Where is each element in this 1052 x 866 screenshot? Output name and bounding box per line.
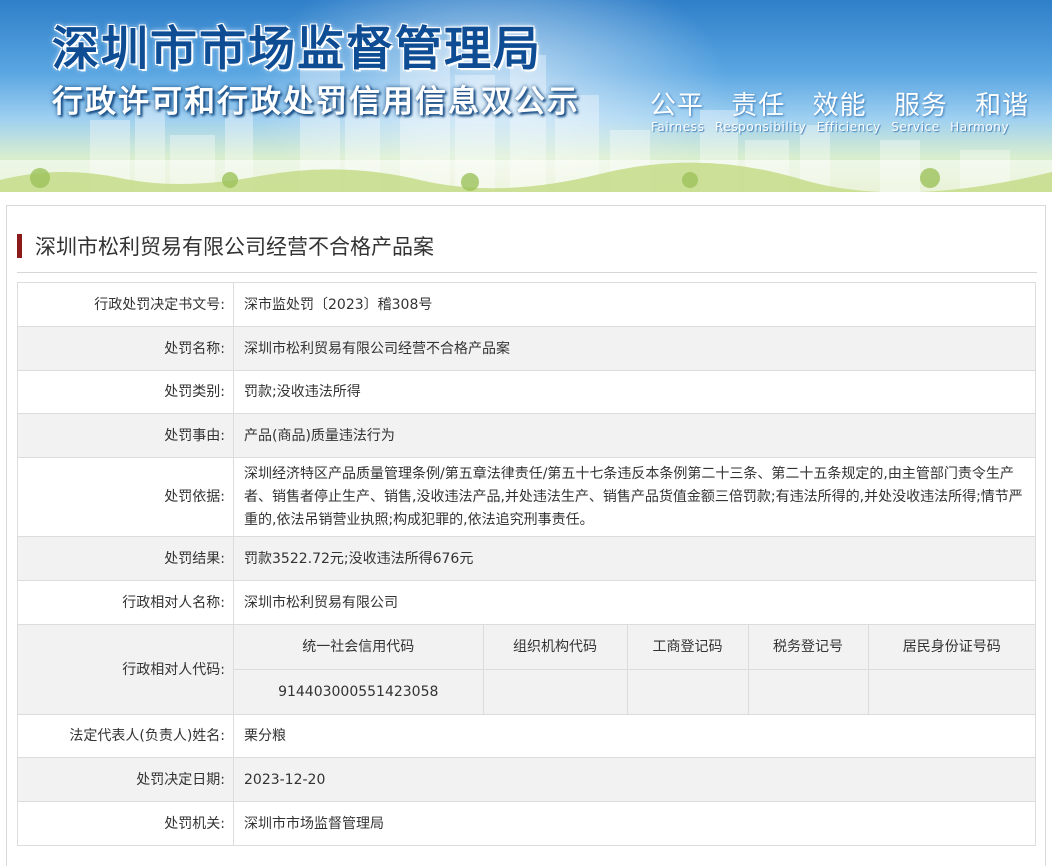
authority-value: 深圳市市场监督管理局 (233, 801, 1036, 846)
party-name-value: 深圳市松利贸易有限公司 (233, 580, 1036, 625)
id-card-value (867, 669, 1035, 714)
case-info-table: 行政处罚决定书文号: 深市监处罚〔2023〕稽308号 处罚名称: 深圳市松利贸… (17, 282, 1036, 846)
table-row: 处罚名称: 深圳市松利贸易有限公司经营不合格产品案 (17, 326, 1036, 371)
decision-date-value: 2023-12-20 (233, 757, 1036, 802)
code-header: 工商登记码 (626, 625, 749, 670)
table-row: 行政相对人名称: 深圳市松利贸易有限公司 (17, 580, 1036, 625)
penalty-name-value: 深圳市松利贸易有限公司经营不合格产品案 (233, 326, 1036, 371)
table-row: 行政处罚决定书文号: 深市监处罚〔2023〕稽308号 (17, 282, 1036, 327)
row-label: 处罚机关: (17, 801, 234, 846)
slogan-word: 公平 (650, 91, 705, 121)
case-detail-panel: 深圳市松利贸易有限公司经营不合格产品案 行政处罚决定书文号: 深市监处罚〔202… (6, 205, 1046, 866)
table-row: 处罚机关: 深圳市市场监督管理局 (17, 801, 1036, 846)
slogan-word-en: Efficiency (816, 120, 881, 134)
table-row: 处罚结果: 罚款3522.72元;没收违法所得676元 (17, 536, 1036, 581)
slogan-word: 责任 (731, 91, 786, 121)
slogan-word-en: Responsibility (714, 120, 807, 134)
banner-subtitle: 行政许可和行政处罚信用信息双公示 (52, 84, 580, 120)
table-row: 行政相对人代码: 统一社会信用代码 组织机构代码 工商登记码 税务登记号 居民身… (17, 624, 1036, 715)
table-row: 处罚决定日期: 2023-12-20 (17, 757, 1036, 802)
org-code-value (482, 669, 628, 714)
credit-code-value: 914403000551423058 (234, 669, 484, 714)
row-label: 行政相对人代码: (17, 624, 234, 715)
legal-rep-value: 栗分粮 (233, 714, 1036, 758)
table-row: 处罚事由: 产品(商品)质量违法行为 (17, 413, 1036, 458)
party-codes-cell: 统一社会信用代码 组织机构代码 工商登记码 税务登记号 居民身份证号码 9144… (233, 624, 1036, 715)
header-banner: 深圳市市场监督管理局 行政许可和行政处罚信用信息双公示 公平 责任 效能 服务 … (0, 0, 1052, 192)
table-row: 处罚依据: 深圳经济特区产品质量管理条例/第五章法律责任/第五十七条违反本条例第… (17, 457, 1036, 537)
row-label: 行政处罚决定书文号: (17, 282, 234, 327)
penalty-basis-value: 深圳经济特区产品质量管理条例/第五章法律责任/第五十七条违反本条例第二十三条、第… (233, 457, 1036, 537)
business-reg-value (626, 669, 749, 714)
row-label: 处罚依据: (17, 457, 234, 537)
decision-number-value: 深市监处罚〔2023〕稽308号 (233, 282, 1036, 327)
code-header: 统一社会信用代码 (234, 625, 484, 670)
banner-title: 深圳市市场监督管理局 (52, 22, 542, 77)
slogan-word-en: Harmony (950, 120, 1010, 134)
row-label: 处罚结果: (17, 536, 234, 581)
row-label: 处罚类别: (17, 370, 234, 414)
slogan-word: 和谐 (975, 91, 1030, 121)
banner-slogan-en: Fairness Responsibility Efficiency Servi… (651, 120, 1015, 134)
penalty-result-value: 罚款3522.72元;没收违法所得676元 (233, 536, 1036, 581)
row-label: 处罚决定日期: (17, 757, 234, 802)
slogan-word: 服务 (893, 91, 948, 121)
code-header: 居民身份证号码 (867, 625, 1035, 670)
tax-reg-value (747, 669, 869, 714)
penalty-category-value: 罚款;没收违法所得 (233, 370, 1036, 414)
title-accent-bar (17, 234, 22, 258)
slogan-word-en: Fairness (651, 120, 705, 134)
table-row: 处罚类别: 罚款;没收违法所得 (17, 370, 1036, 414)
code-header: 税务登记号 (747, 625, 869, 670)
slogan-word: 效能 (812, 91, 867, 121)
case-header: 深圳市松利贸易有限公司经营不合格产品案 (17, 226, 1037, 273)
party-codes-table: 统一社会信用代码 组织机构代码 工商登记码 税务登记号 居民身份证号码 9144… (234, 625, 1035, 714)
penalty-reason-value: 产品(商品)质量违法行为 (233, 413, 1036, 458)
row-label: 处罚事由: (17, 413, 234, 458)
slogan-word-en: Service (891, 120, 940, 134)
codes-header-row: 统一社会信用代码 组织机构代码 工商登记码 税务登记号 居民身份证号码 (234, 625, 1035, 670)
row-label: 行政相对人名称: (17, 580, 234, 625)
codes-value-row: 914403000551423058 (234, 669, 1035, 714)
table-row: 法定代表人(负责人)姓名: 栗分粮 (17, 714, 1036, 758)
code-header: 组织机构代码 (482, 625, 628, 670)
row-label: 法定代表人(负责人)姓名: (17, 714, 234, 758)
case-title: 深圳市松利贸易有限公司经营不合格产品案 (35, 235, 434, 259)
row-label: 处罚名称: (17, 326, 234, 371)
banner-slogan-cn: 公平 责任 效能 服务 和谐 (650, 85, 1047, 122)
